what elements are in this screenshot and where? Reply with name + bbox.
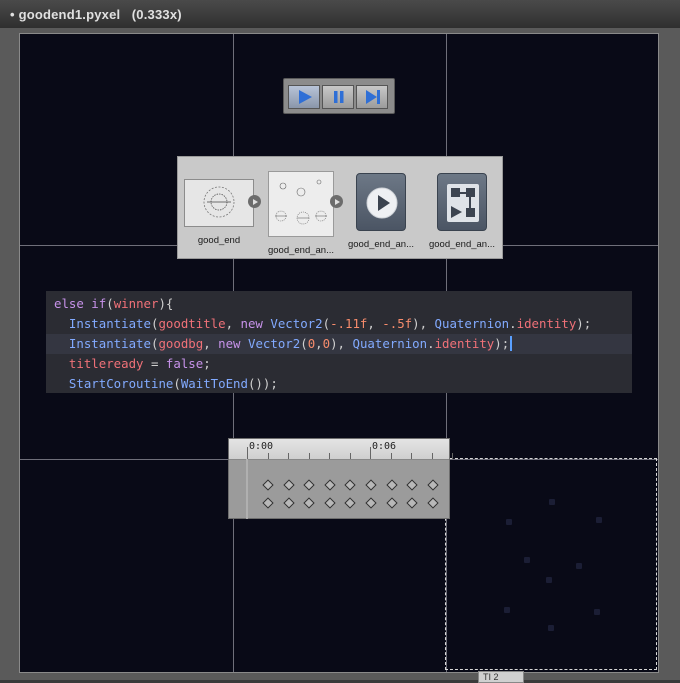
sprite-preview-icon [203,186,235,218]
asset-item[interactable]: good_end_an... [264,171,338,256]
window-title: • goodend1.pyxel (0.333x) [10,7,182,22]
keyframe-diamond[interactable] [344,479,357,491]
ruler-tick [411,453,412,459]
sprite-sheet-thumbnail [268,171,334,237]
keyframe-diamond[interactable] [427,479,439,491]
code-line: titleready = false; [68,356,211,371]
keyframe-diamond[interactable] [406,479,418,491]
bottom-tab[interactable]: TI 2 [478,671,524,683]
pixel-dot [524,557,530,563]
pixel-dot [506,519,512,525]
ruler-tick [267,453,269,459]
keyframe-diamond[interactable] [282,497,295,509]
text-cursor [510,336,513,351]
keyframe-diamond[interactable] [385,497,398,509]
asset-label: good_end_an... [267,245,335,256]
playback-controls [283,78,395,114]
asset-item[interactable]: good_end_an... [344,171,418,250]
keyframe-diamond[interactable] [262,479,274,491]
skip-to-end-button[interactable] [356,85,388,109]
asset-item[interactable]: good_end [182,171,256,246]
code-line-active: Instantiate(goodbg, new Vector2(0,0), Qu… [46,334,632,354]
code-line: else if(winner){ [54,296,174,311]
play-icon [299,90,312,104]
ruler-tick [370,447,371,459]
timeline-ruler[interactable]: 0:00 0:06 [229,439,453,460]
arrow-icon [248,195,261,208]
ruler-tick [288,453,289,459]
animation-timeline[interactable]: 0:00 0:06 [228,438,453,519]
asset-label: good_end [197,235,241,246]
ruler-tick [329,453,330,459]
ruler-tick [390,453,392,459]
keyframe-diamond[interactable] [406,497,418,509]
keyframe-track[interactable] [229,476,449,494]
arrow-icon [330,195,343,208]
pixel-dot [546,577,552,583]
time-label: 0:06 [372,441,397,452]
code-editor[interactable]: else if(winner){ Instantiate(goodtitle, … [46,291,632,393]
asset-panel: good_end good_end_an... good_end_an... g… [177,156,503,259]
code-line: Instantiate(goodtitle, new Vector2(-.11f… [68,316,592,331]
ruler-tick [247,447,248,459]
ruler-tick [452,453,453,459]
keyframe-diamond[interactable] [385,479,398,491]
code-line: StartCoroutine(WaitToEnd()); [68,376,278,391]
animation-clip-icon [356,173,406,231]
asset-label: good_end_an... [428,239,496,250]
pause-icon [334,91,344,103]
keyframe-diamond[interactable] [344,497,357,509]
asset-item[interactable]: good_end_an... [425,171,499,250]
sprite-thumbnail [184,179,254,227]
time-label: 0:00 [249,441,274,452]
play-button[interactable] [288,85,320,109]
keyframe-diamond[interactable] [303,497,315,509]
ruler-tick [349,453,351,459]
ruler-tick [431,453,433,459]
tile-selection[interactable] [445,458,657,670]
pixel-dot [576,563,582,569]
asset-label: good_end_an... [347,239,415,250]
pixel-dot [549,499,555,505]
window-titlebar: • goodend1.pyxel (0.333x) [0,0,680,29]
keyframe-diamond[interactable] [365,497,377,509]
pixel-dot [596,517,602,523]
pixel-dot [548,625,554,631]
skip-end-icon [366,90,380,104]
pixel-dot [594,609,600,615]
pixel-dot [504,607,510,613]
keyframe-diamond[interactable] [324,497,336,509]
animator-controller-icon [437,173,487,231]
ruler-tick [308,453,310,459]
keyframe-diamond[interactable] [282,479,295,491]
keyframe-diamond[interactable] [365,479,377,491]
sprite-sheet-icon [275,179,327,225]
pause-button[interactable] [322,85,354,109]
keyframe-track[interactable] [229,494,449,512]
keyframe-diamond[interactable] [324,479,336,491]
keyframe-diamond[interactable] [303,479,315,491]
keyframe-diamond[interactable] [427,497,439,509]
keyframe-diamond[interactable] [262,497,274,509]
